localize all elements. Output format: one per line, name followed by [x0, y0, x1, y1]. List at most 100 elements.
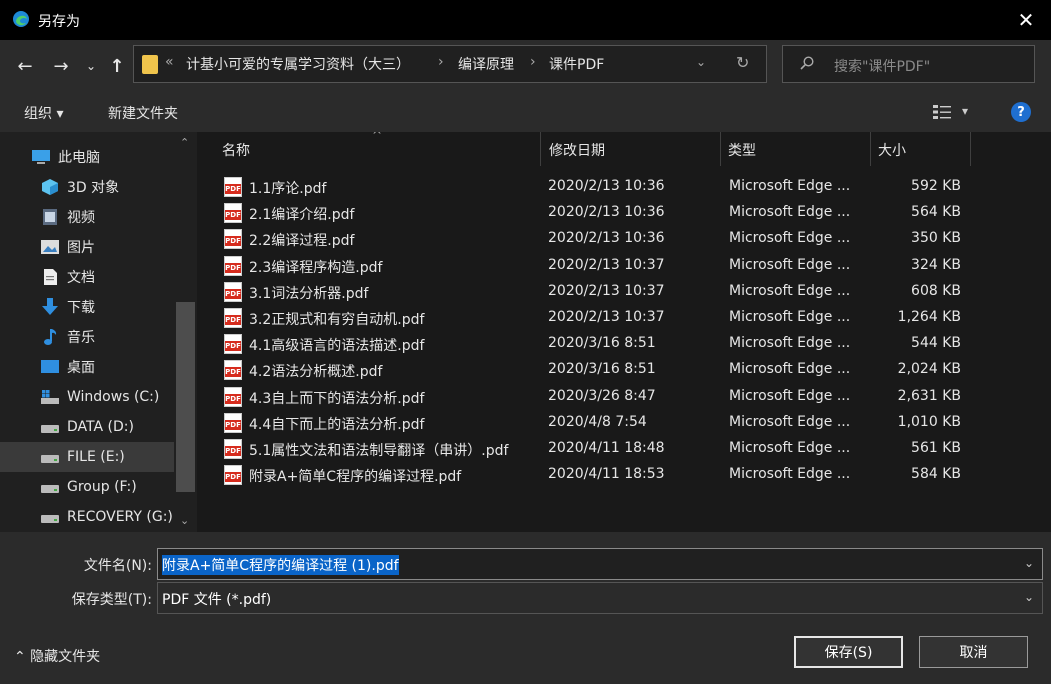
navigation-bar: ← → ⌄ ↑ « 计基小可爱的专属学习资料（大三） › 编译原理 › 课件PD…	[0, 40, 1051, 92]
file-type: Microsoft Edge ...	[729, 256, 851, 273]
filename-input[interactable]: 附录A+简单C程序的编译过程 (1).pdf	[162, 555, 399, 575]
search-input[interactable]: 搜索"课件PDF"	[834, 56, 930, 76]
file-row[interactable]: PDF 2.3编译程序构造.pdf 2020/2/13 10:37 Microsoft…	[217, 253, 977, 279]
pdf-file-icon: PDF	[224, 177, 242, 197]
file-size: 544 KB	[911, 335, 961, 352]
chevron-down-icon[interactable]: ⌄	[1024, 556, 1034, 570]
scroll-up-icon[interactable]: ⌃	[180, 136, 189, 149]
save-button[interactable]: 保存(S)	[794, 636, 903, 668]
file-row[interactable]: PDF 附录A+简单C程序的编译过程.pdf 2020/4/11 18:53 Micr…	[217, 462, 977, 488]
edge-app-icon	[13, 11, 29, 27]
file-name: 1.1序论.pdf	[249, 181, 327, 197]
system-drive-icon	[41, 390, 59, 404]
file-row[interactable]: PDF 2.1编译介绍.pdf 2020/2/13 10:36 Microsoft E…	[217, 200, 977, 226]
pdf-file-icon: PDF	[224, 465, 242, 486]
refresh-icon[interactable]: ↻	[736, 53, 749, 72]
pdf-tag: PDF	[225, 472, 241, 483]
filename-field[interactable]: 附录A+简单C程序的编译过程 (1).pdf ⌄	[157, 548, 1043, 580]
sidebar-item-desktop[interactable]: 桌面	[0, 352, 174, 382]
breadcrumb-item[interactable]: 计基小可爱的专属学习资料（大三）	[186, 54, 410, 74]
file-row[interactable]: PDF 3.2正规式和有穷自动机.pdf 2020/2/13 10:37 Micros…	[217, 305, 977, 331]
file-size: 1,264 KB	[897, 309, 961, 325]
sidebar-item-pictures[interactable]: 图片	[0, 232, 174, 262]
file-type: Microsoft Edge ...	[729, 178, 851, 194]
file-modified: 2020/2/13 10:36	[548, 204, 665, 221]
documents-icon	[44, 269, 57, 285]
file-size: 592 KB	[911, 178, 961, 194]
file-row[interactable]: PDF 4.4自下而上的语法分析.pdf 2020/4/8 7:54 Microsof…	[217, 410, 977, 436]
pdf-tag: PDF	[225, 419, 241, 430]
chevron-down-icon[interactable]: ⌄	[1024, 590, 1034, 604]
file-row[interactable]: PDF 4.1高级语言的语法描述.pdf 2020/3/16 8:51 Microso…	[217, 331, 977, 357]
file-type-select[interactable]: PDF 文件 (*.pdf) ⌄	[157, 582, 1043, 614]
sidebar-item-music[interactable]: 音乐	[0, 322, 174, 352]
file-name: 4.1高级语言的语法描述.pdf	[249, 338, 425, 355]
organize-menu[interactable]: 组织 ▾	[24, 103, 63, 123]
column-header-size[interactable]: 大小	[878, 132, 906, 166]
column-divider[interactable]	[870, 132, 871, 166]
pdf-file-icon: PDF	[224, 360, 242, 381]
file-row[interactable]: PDF 3.1词法分析器.pdf 2020/2/13 10:37 Microsoft …	[217, 279, 977, 305]
search-box[interactable]: 搜索"课件PDF"	[782, 45, 1035, 83]
scroll-down-icon[interactable]: ⌄	[180, 514, 189, 527]
close-button[interactable]: ✕	[1001, 0, 1051, 40]
navigation-pane: 此电脑 3D 对象 视频 图片 文档 下载 音乐 桌面 Windows (C:)…	[0, 132, 197, 532]
sidebar-item-this-pc[interactable]: 此电脑	[0, 142, 174, 172]
pdf-file-icon: PDF	[224, 439, 242, 459]
sidebar-item-label: 音乐	[67, 330, 95, 346]
column-header-name[interactable]: 名称	[222, 132, 250, 166]
sidebar-item-downloads[interactable]: 下载	[0, 292, 174, 322]
breadcrumb-separator[interactable]: ›	[530, 54, 536, 70]
file-type-value: PDF 文件 (*.pdf)	[162, 592, 272, 608]
file-modified: 2020/4/11 18:53	[548, 466, 665, 483]
breadcrumb-item[interactable]: 编译原理	[458, 54, 514, 74]
back-button[interactable]: ←	[12, 53, 38, 79]
breadcrumb-item[interactable]: 课件PDF	[549, 54, 604, 74]
column-header-modified[interactable]: 修改日期	[549, 132, 605, 166]
sidebar-item-label: 3D 对象	[67, 180, 120, 196]
file-row[interactable]: PDF 4.2语法分析概述.pdf 2020/3/16 8:51 Microsoft …	[217, 357, 977, 383]
recent-locations-button[interactable]: ⌄	[78, 53, 104, 79]
sidebar-item-documents[interactable]: 文档	[0, 262, 174, 292]
cancel-button[interactable]: 取消	[919, 636, 1028, 668]
chevron-down-icon: ⌄	[85, 59, 97, 73]
file-modified: 2020/3/26 8:47	[548, 387, 656, 404]
breadcrumb-overflow[interactable]: «	[165, 54, 174, 70]
view-options-icon[interactable]	[932, 104, 952, 120]
file-name: 5.1属性文法和语法制导翻译（串讲）.pdf	[249, 443, 509, 459]
file-name: 4.2语法分析概述.pdf	[249, 364, 383, 381]
file-size: 324 KB	[911, 256, 961, 273]
sidebar-item-recovery-g[interactable]: RECOVERY (G:)	[0, 502, 174, 532]
column-divider[interactable]	[970, 132, 971, 166]
up-button[interactable]: ↑	[104, 53, 130, 79]
sidebar-scroll-thumb[interactable]	[176, 302, 195, 492]
view-dropdown-icon[interactable]: ▾	[962, 104, 968, 118]
file-type: Microsoft Edge ...	[729, 282, 851, 299]
hide-folders-toggle[interactable]: ⌃ 隐藏文件夹	[14, 646, 100, 666]
column-divider[interactable]	[720, 132, 721, 166]
file-row[interactable]: PDF 1.1序论.pdf 2020/2/13 10:36 Microsoft Edg…	[217, 174, 977, 200]
address-dropdown-icon[interactable]: ⌄	[696, 55, 706, 69]
sidebar-item-data-d[interactable]: DATA (D:)	[0, 412, 174, 442]
sidebar-item-label: 视频	[67, 210, 95, 226]
file-size: 561 KB	[911, 440, 961, 456]
file-row[interactable]: PDF 4.3自上而下的语法分析.pdf 2020/3/26 8:47 Microso…	[217, 384, 977, 410]
sidebar-item-videos[interactable]: 视频	[0, 202, 174, 232]
breadcrumb-separator[interactable]: ›	[438, 54, 444, 70]
sidebar-item-file-e[interactable]: FILE (E:)	[0, 442, 174, 472]
pdf-file-icon: PDF	[224, 334, 242, 355]
help-icon[interactable]: ?	[1011, 102, 1031, 122]
address-bar[interactable]: « 计基小可爱的专属学习资料（大三） › 编译原理 › 课件PDF ⌄ ↻	[133, 45, 767, 83]
column-header-type[interactable]: 类型	[728, 132, 756, 166]
sidebar-item-3d-objects[interactable]: 3D 对象	[0, 172, 174, 202]
sidebar-item-label: 文档	[67, 270, 95, 286]
forward-button[interactable]: →	[48, 53, 74, 79]
file-size: 584 KB	[911, 466, 961, 483]
sidebar-item-windows-c[interactable]: Windows (C:)	[0, 382, 174, 412]
file-row[interactable]: PDF 5.1属性文法和语法制导翻译（串讲）.pdf 2020/4/11 18:48…	[217, 436, 977, 462]
column-divider[interactable]	[540, 132, 541, 166]
computer-icon	[32, 150, 50, 164]
new-folder-button[interactable]: 新建文件夹	[108, 103, 178, 123]
file-row[interactable]: PDF 2.2编译过程.pdf 2020/2/13 10:36 Microsoft E…	[217, 226, 977, 252]
sidebar-item-group-f[interactable]: Group (F:)	[0, 472, 174, 502]
